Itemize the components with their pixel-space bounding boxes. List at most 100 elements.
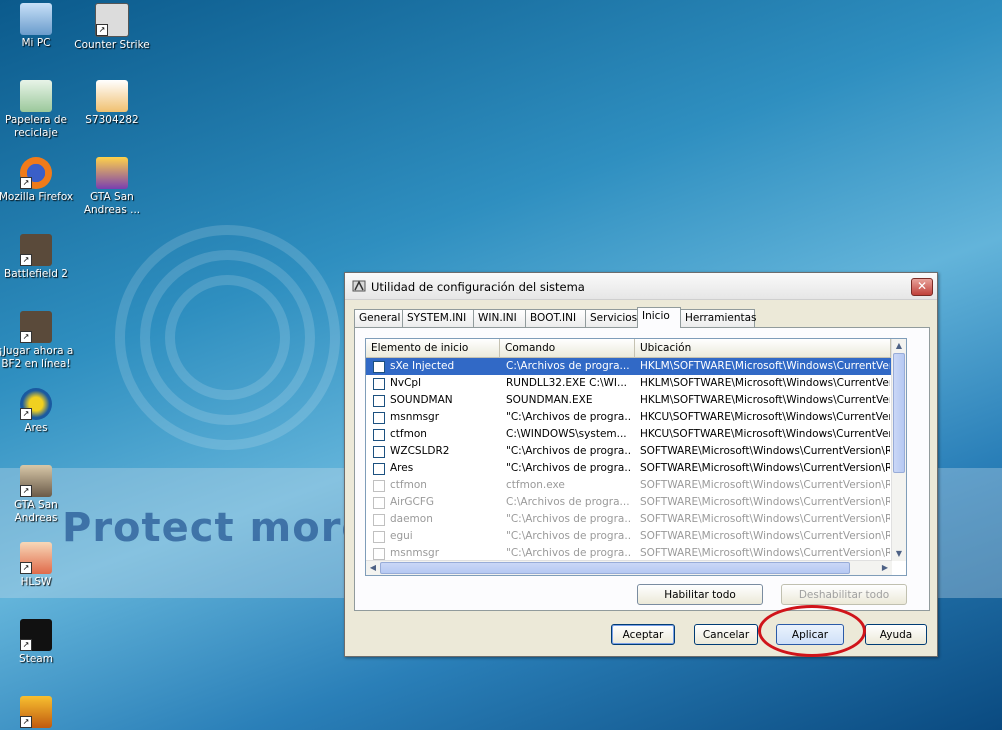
column-header-startup-item[interactable]: Elemento de inicio (366, 339, 500, 357)
list-row[interactable]: daemon "C:\Archivos de progra... SOFTWARE\… (366, 511, 891, 528)
cancel-button[interactable]: Cancelar (694, 624, 758, 645)
desktop-icon-firefox[interactable]: ↗ Mozilla Firefox (0, 157, 74, 204)
enable-all-button[interactable]: Habilitar todo (637, 584, 763, 605)
vertical-scrollbar[interactable]: ▲ ▼ (891, 339, 906, 561)
row-startup-item: ctfmon (390, 479, 427, 491)
shortcut-arrow-icon: ↗ (20, 408, 32, 420)
row-command: "C:\Archivos de progra... (506, 445, 631, 457)
row-location: SOFTWARE\Microsoft\Windows\CurrentVersio… (640, 445, 890, 457)
row-startup-item: sXe Injected (390, 360, 455, 372)
row-checkbox (373, 497, 385, 509)
close-button[interactable]: ✕ (911, 278, 933, 296)
tab-win-ini[interactable]: WIN.INI (473, 309, 526, 327)
scroll-up-arrow-icon[interactable]: ▲ (892, 339, 906, 353)
row-startup-item: NvCpl (390, 377, 421, 389)
desktop-icon-ares[interactable]: ↗ Ares (0, 388, 74, 435)
help-button[interactable]: Ayuda (865, 624, 927, 645)
row-checkbox[interactable] (373, 378, 385, 390)
desktop-icon-gta-san-andreas[interactable]: ↗ GTA San Andreas (0, 465, 74, 525)
shortcut-arrow-icon: ↗ (20, 177, 32, 189)
wallpaper-swirl (165, 275, 290, 400)
horizontal-scrollbar[interactable]: ◀ ▶ (366, 560, 892, 575)
row-startup-item: daemon (390, 513, 433, 525)
shortcut-arrow-icon: ↗ (20, 716, 32, 728)
desktop-icon-label: GTA San Andreas (14, 499, 58, 524)
row-command: C:\Archivos de progra... (506, 360, 630, 372)
desktop-icon-label: GTA San Andreas ... (83, 191, 141, 216)
desktop-icon-label: Mozilla Firefox (0, 191, 74, 203)
row-checkbox[interactable] (373, 395, 385, 407)
row-startup-item: WZCSLDR2 (390, 445, 450, 457)
tab-general[interactable]: General (354, 309, 403, 327)
row-checkbox[interactable] (373, 463, 385, 475)
list-row[interactable]: ctfmon C:\WINDOWS\system... HKCU\SOFTWARE\… (366, 426, 891, 443)
row-startup-item: msnmsgr (390, 411, 440, 423)
dialog-titlebar[interactable]: Utilidad de configuración del sistema ✕ (345, 273, 937, 300)
list-row[interactable]: SOUNDMAN SOUNDMAN.EXE HKLM\SOFTWARE\Micros… (366, 392, 891, 409)
list-row[interactable]: egui "C:\Archivos de progra... SOFTWARE\Mi… (366, 528, 891, 545)
row-command: "C:\Archivos de progra... (506, 462, 631, 474)
row-command: "C:\Archivos de progra... (506, 530, 631, 542)
row-startup-item: SOUNDMAN (390, 394, 453, 406)
column-header-location[interactable]: Ubicación (635, 339, 891, 357)
tab-system-ini[interactable]: SYSTEM.INI (402, 309, 474, 327)
row-checkbox[interactable] (373, 412, 385, 424)
row-location: SOFTWARE\Microsoft\Windows\CurrentVersio… (640, 462, 890, 474)
row-startup-item: ctfmon (390, 428, 427, 440)
row-checkbox (373, 548, 385, 560)
list-row[interactable]: WZCSLDR2 "C:\Archivos de progra... SOFTWAR… (366, 443, 891, 460)
desktop-icon-label: Steam (19, 653, 53, 665)
dialog-title: Utilidad de configuración del sistema (371, 280, 585, 294)
row-checkbox (373, 531, 385, 543)
desktop-icon-xfire[interactable]: ↗ (0, 696, 74, 730)
tab-boot-ini[interactable]: BOOT.INI (525, 309, 586, 327)
scroll-down-arrow-icon[interactable]: ▼ (892, 547, 906, 561)
row-startup-item: Ares (390, 462, 414, 474)
tab-inicio[interactable]: Inicio (637, 307, 681, 328)
tab-services[interactable]: Servicios (585, 309, 641, 327)
desktop-icon-recycle-bin[interactable]: Papelera de reciclaje (0, 80, 74, 140)
column-header-command[interactable]: Comando (500, 339, 635, 357)
battlefield-icon: ↗ (20, 311, 52, 343)
steam-icon: ↗ (20, 619, 52, 651)
disable-all-button[interactable]: Deshabilitar todo (781, 584, 907, 605)
desktop-icon-bf2-online[interactable]: ↗ ¡Jugar ahora a BF2 en línea! (0, 311, 74, 371)
xfire-icon: ↗ (20, 696, 52, 728)
desktop-icon-hlsw[interactable]: ↗ HLSW (0, 542, 74, 589)
horizontal-scroll-thumb[interactable] (380, 562, 850, 574)
row-location: SOFTWARE\Microsoft\Windows\CurrentVersio… (640, 530, 890, 542)
row-checkbox[interactable] (373, 429, 385, 441)
list-row[interactable]: NvCpl RUNDLL32.EXE C:\WI... HKLM\SOFTWARE\… (366, 375, 891, 392)
shortcut-arrow-icon: ↗ (20, 639, 32, 651)
list-row[interactable]: ctfmon ctfmon.exe SOFTWARE\Microsoft\Windo… (366, 477, 891, 494)
row-location: HKLM\SOFTWARE\Microsoft\Windows\CurrentV… (640, 394, 890, 406)
desktop-icon-battlefield-2[interactable]: ↗ Battlefield 2 (0, 234, 74, 281)
desktop-icon-s7304282[interactable]: S7304282 (74, 80, 150, 127)
row-command: SOUNDMAN.EXE (506, 394, 593, 406)
row-checkbox[interactable] (373, 446, 385, 458)
vertical-scroll-thumb[interactable] (893, 353, 905, 473)
row-startup-item: egui (390, 530, 413, 542)
list-row[interactable]: msnmsgr "C:\Archivos de progra... HKCU\SOF… (366, 409, 891, 426)
desktop-icon-label: Counter Strike (74, 39, 150, 51)
list-row[interactable]: Ares "C:\Archivos de progra... SOFTWARE\Mi… (366, 460, 891, 477)
list-header: Elemento de inicio Comando Ubicación (366, 339, 891, 358)
startup-tab-panel: Elemento de inicio Comando Ubicación sXe… (354, 327, 930, 611)
ok-button[interactable]: Aceptar (611, 624, 675, 645)
desktop-icon-gta-zip[interactable]: GTA San Andreas ... (74, 157, 150, 217)
desktop-icon-label: Mi PC (21, 37, 51, 49)
desktop-icon-mi-pc[interactable]: Mi PC (0, 3, 74, 50)
zip-archive-icon (96, 157, 128, 189)
desktop-icon-steam[interactable]: ↗ Steam (0, 619, 74, 666)
startup-list[interactable]: Elemento de inicio Comando Ubicación sXe… (365, 338, 907, 576)
row-checkbox[interactable] (373, 361, 385, 373)
desktop-icon-counter-strike[interactable]: ↗ Counter Strike (74, 3, 150, 52)
list-row[interactable]: sXe Injected C:\Archivos de progra... HKLM… (366, 358, 891, 375)
list-row[interactable]: AirGCFG C:\Archivos de progra... SOFTWARE\… (366, 494, 891, 511)
desktop-icon-label: ¡Jugar ahora a BF2 en línea! (0, 345, 74, 370)
tab-tools[interactable]: Herramientas (680, 309, 757, 327)
desktop-icon-label: Ares (24, 422, 48, 434)
scroll-right-arrow-icon[interactable]: ▶ (878, 561, 892, 575)
scroll-left-arrow-icon[interactable]: ◀ (366, 561, 380, 575)
row-location: SOFTWARE\Microsoft\Windows\CurrentVersio… (640, 513, 890, 525)
